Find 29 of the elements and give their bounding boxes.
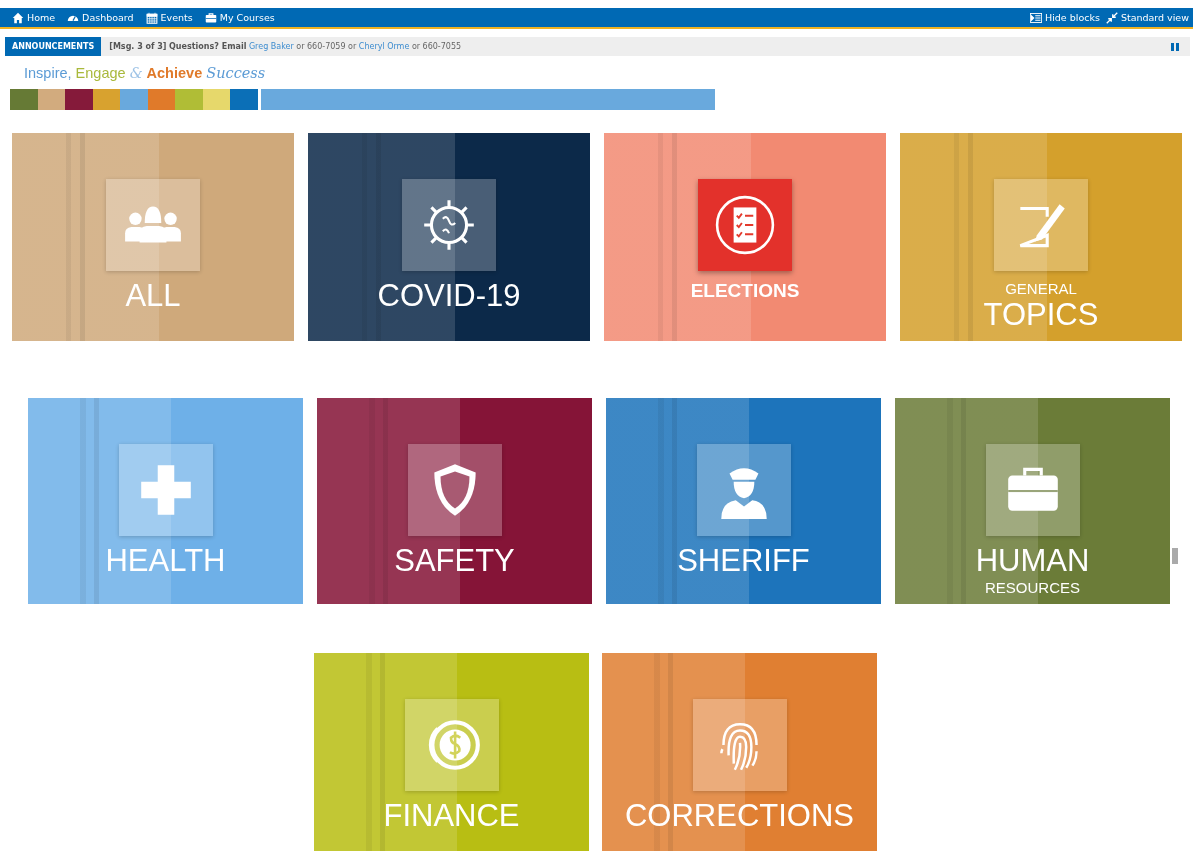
nav-link[interactable]: My Courses <box>204 11 275 24</box>
category-tile[interactable]: ELECTIONS <box>604 133 886 341</box>
nav-link[interactable]: Standard view <box>1105 11 1189 24</box>
blocks-icon <box>1030 11 1043 24</box>
category-tile[interactable]: SHERIFF <box>606 398 881 604</box>
category-tile[interactable]: HEALTH <box>28 398 303 604</box>
nav-link[interactable]: Home <box>12 11 56 24</box>
announcement-message: [Msg. 3 of 3] Questions? Email Greg Baker or 660-7059 or Cheryl Orme or 660-7055 <box>109 42 463 51</box>
email-link[interactable]: Cheryl Orme <box>358 42 410 51</box>
category-tile[interactable]: COVID-19 <box>308 133 590 341</box>
compress-icon <box>1105 11 1118 24</box>
announcements-label: ANNOUNCEMENTS <box>5 37 102 56</box>
tagline: Inspire, Engage & Achieve Success <box>24 65 267 83</box>
category-tile[interactable]: CORRECTIONS <box>602 653 877 851</box>
email-link[interactable]: Greg Baker <box>248 42 294 51</box>
pause-icon <box>1171 42 1179 51</box>
briefcase-icon <box>204 11 217 24</box>
nav-link[interactable]: Dashboard <box>67 11 134 24</box>
scrollbar-thumb[interactable] <box>1172 548 1178 564</box>
category-tile[interactable]: HUMAN RESOURCES <box>895 398 1170 604</box>
category-tile[interactable]: ALL <box>12 133 294 341</box>
home-icon <box>12 11 24 24</box>
category-tile[interactable]: GENERAL TOPICS <box>900 133 1182 341</box>
nav-link[interactable]: Hide blocks <box>1030 11 1100 24</box>
checklist-icon <box>714 194 776 256</box>
nav-link[interactable]: Events <box>145 11 193 24</box>
pause-button[interactable] <box>1171 42 1179 51</box>
category-tile[interactable]: SAFETY <box>317 398 592 604</box>
calendar-icon <box>145 11 158 24</box>
